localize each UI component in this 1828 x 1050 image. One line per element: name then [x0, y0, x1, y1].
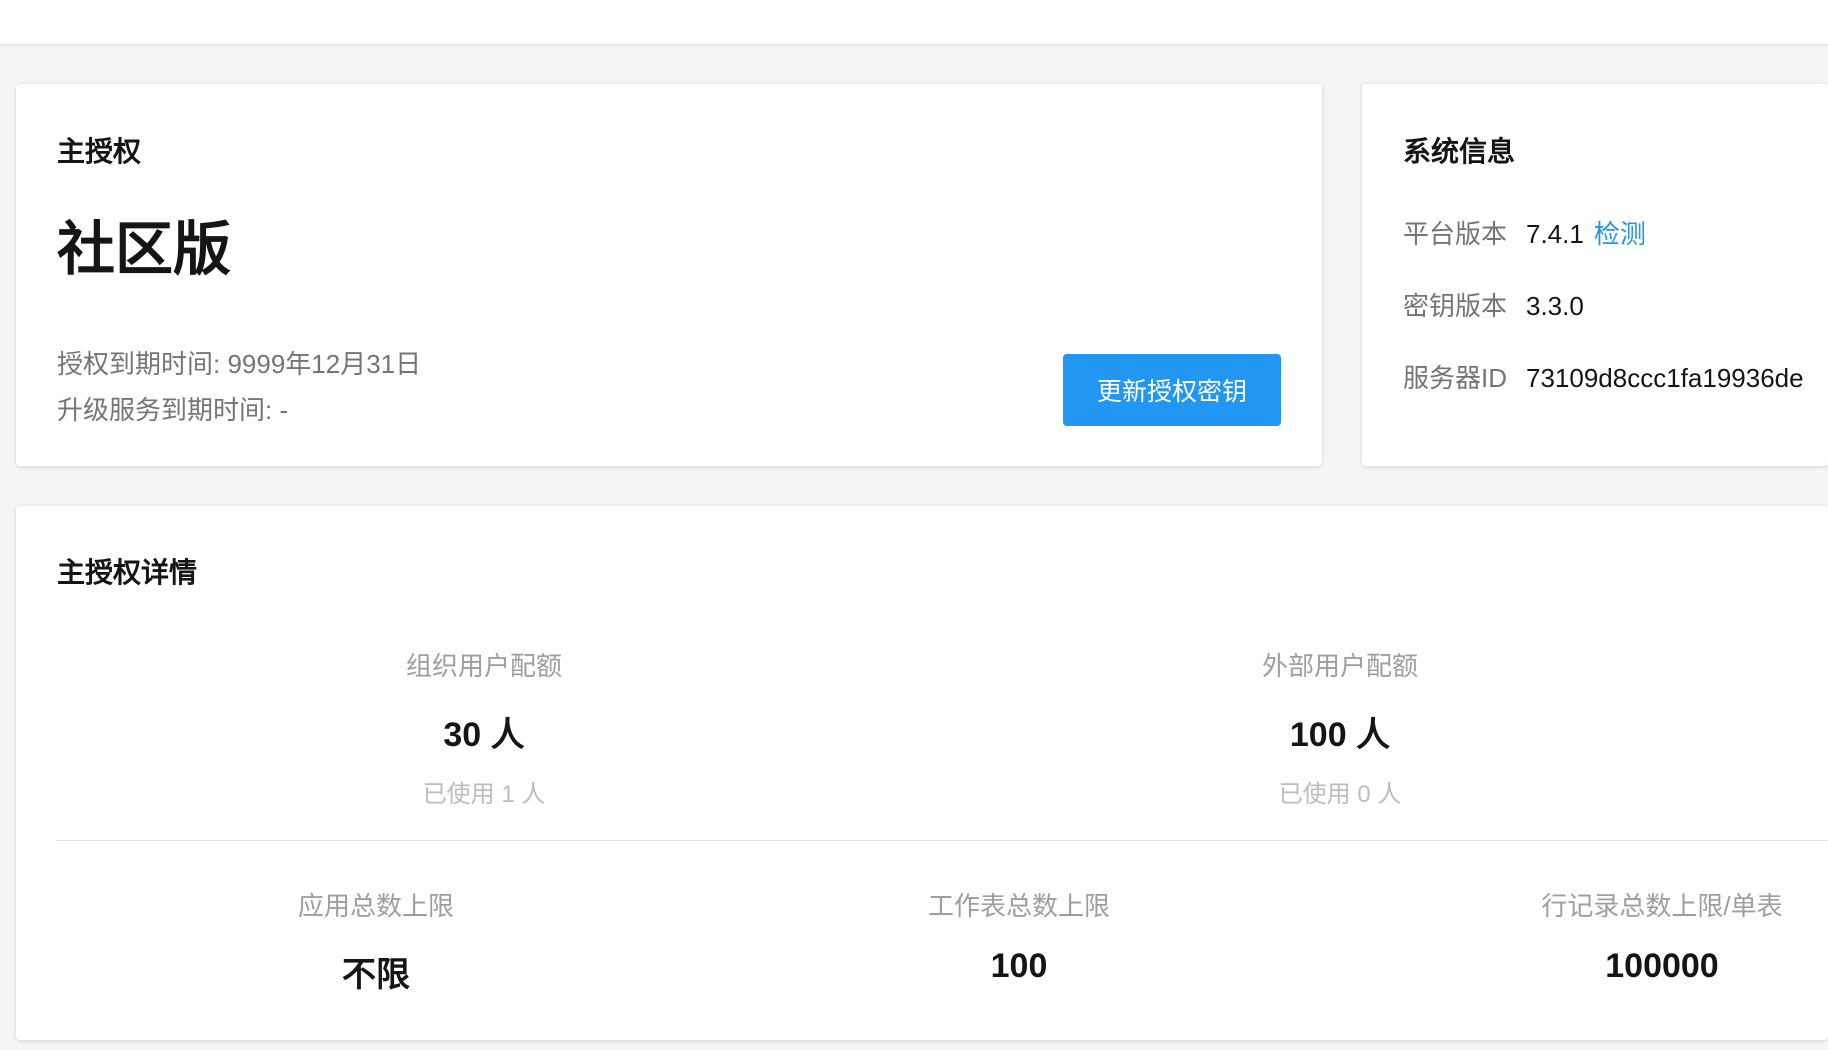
system-info-title: 系统信息	[1403, 136, 1516, 167]
app-total-limit: 应用总数上限 不限	[298, 886, 454, 996]
worksheet-total-limit: 工作表总数上限 100	[928, 886, 1110, 986]
system-info-card: 系统信息 平台版本 7.4.1 检测 密钥版本 3.3.0 服务器ID 73109d8c…	[1362, 84, 1828, 466]
license-expire-time: 授权到期时间: 9999年12月31日	[57, 349, 422, 379]
server-id-row: 服务器ID 73109d8ccc1fa19936de	[1403, 358, 1804, 395]
license-details-title: 主授权详情	[57, 557, 198, 588]
platform-version-value: 7.4.1	[1526, 219, 1584, 249]
top-header-bar	[0, 0, 1828, 44]
key-version-row: 密钥版本 3.3.0	[1403, 286, 1584, 323]
platform-version-row: 平台版本 7.4.1 检测	[1403, 214, 1646, 251]
details-divider	[56, 840, 1828, 841]
upgrade-expire-time: 升级服务到期时间: -	[57, 395, 289, 425]
server-id-value: 73109d8ccc1fa19936de	[1526, 363, 1804, 393]
org-user-quota-value: 30 人	[443, 716, 525, 754]
license-details-card: 主授权详情 组织用户配额 30 人 已使用 1 人 外部用户配额 100 人 已…	[16, 506, 1828, 1040]
main-license-title: 主授权	[57, 136, 142, 167]
org-user-quota-label: 组织用户配额	[405, 651, 563, 681]
update-license-key-button[interactable]: 更新授权密钥	[1063, 354, 1281, 426]
key-version-label: 密钥版本	[1403, 291, 1508, 321]
external-user-quota-label: 外部用户配额	[1261, 651, 1419, 681]
external-user-quota-used: 已使用 0 人	[1278, 781, 1402, 808]
row-record-limit-label: 行记录总数上限/单表	[1541, 891, 1783, 921]
license-edition: 社区版	[57, 217, 232, 282]
worksheet-total-limit-label: 工作表总数上限	[927, 891, 1111, 921]
row-record-limit-value: 100000	[1605, 947, 1719, 985]
platform-version-label: 平台版本	[1403, 219, 1508, 249]
external-user-quota: 外部用户配额 100 人 已使用 0 人	[1262, 646, 1418, 809]
check-version-link[interactable]: 检测	[1594, 219, 1646, 249]
org-user-quota-used: 已使用 1 人	[422, 781, 546, 808]
external-user-quota-value: 100 人	[1289, 716, 1391, 754]
key-version-value: 3.3.0	[1526, 291, 1584, 321]
org-user-quota: 组织用户配额 30 人 已使用 1 人	[406, 646, 562, 809]
app-total-limit-value: 不限	[341, 956, 410, 994]
app-total-limit-label: 应用总数上限	[297, 891, 455, 921]
row-record-limit: 行记录总数上限/单表 100000	[1541, 886, 1782, 986]
main-license-card: 主授权 社区版 授权到期时间: 9999年12月31日 升级服务到期时间: - …	[16, 84, 1322, 466]
server-id-label: 服务器ID	[1403, 363, 1508, 393]
worksheet-total-limit-value: 100	[990, 947, 1048, 985]
